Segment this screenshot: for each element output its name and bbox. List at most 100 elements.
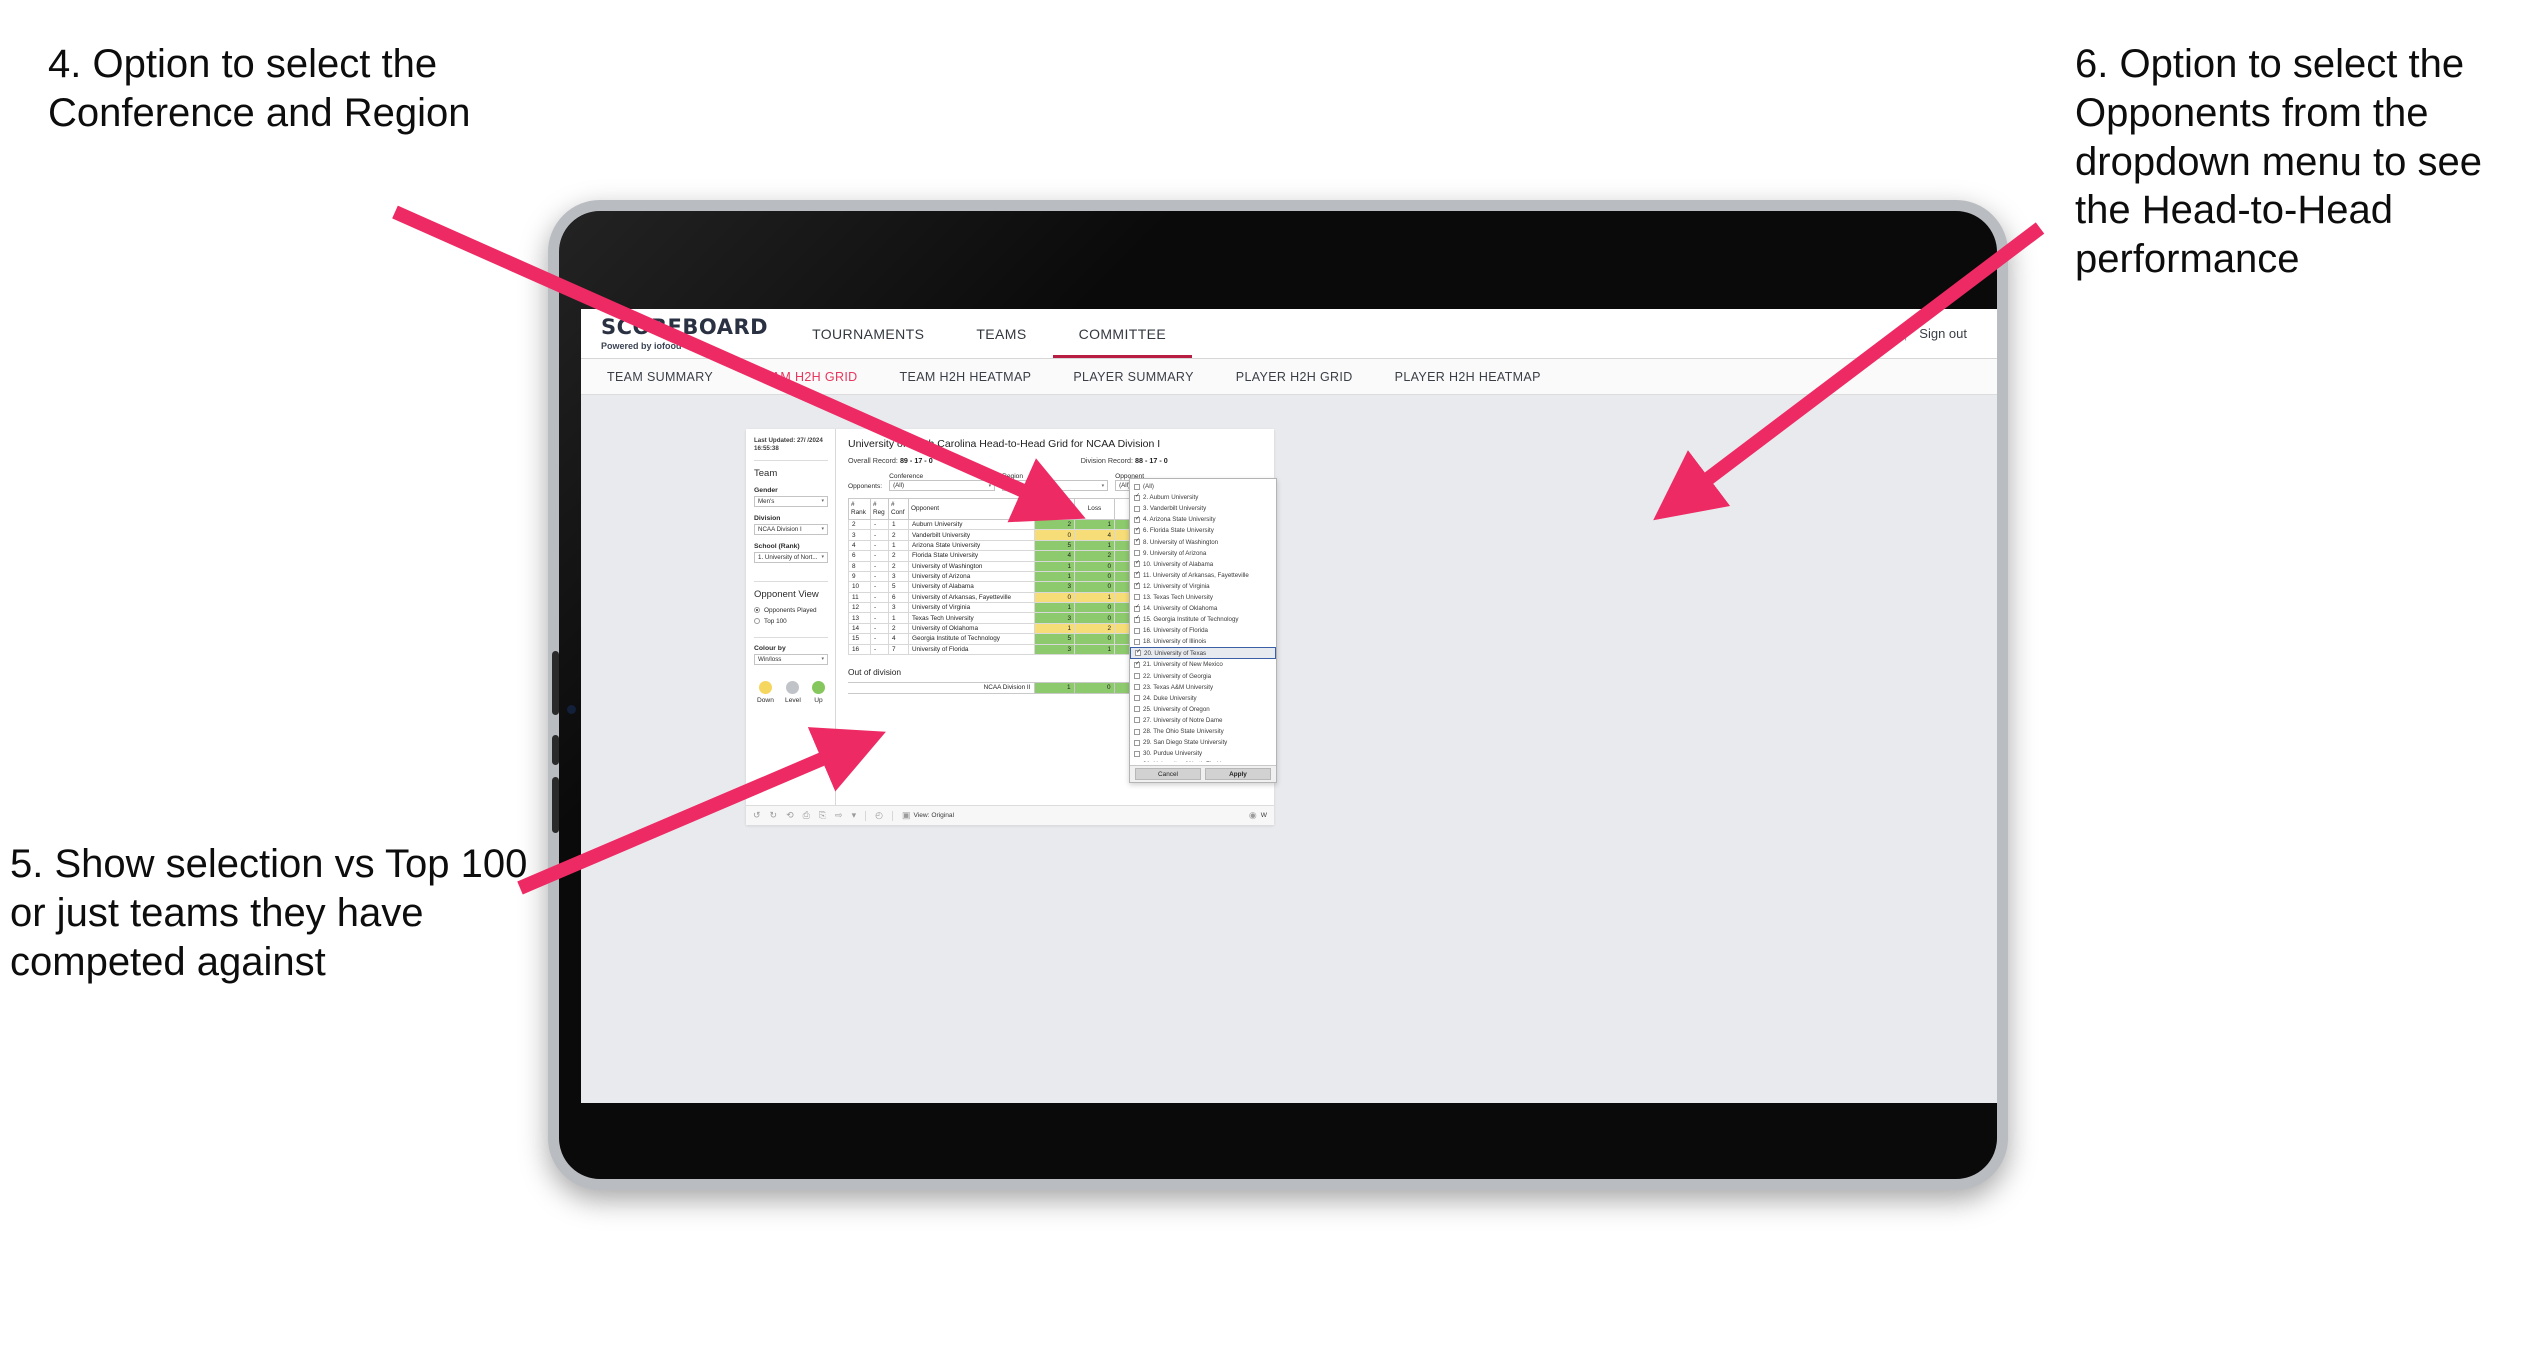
tab-player-h2h-heatmap[interactable]: PLAYER H2H HEATMAP: [1395, 370, 1541, 384]
checkbox-icon[interactable]: [1134, 483, 1140, 490]
opponent-checkbox-item[interactable]: 13. Texas Tech University: [1130, 592, 1276, 603]
radio-opponents-played[interactable]: Opponents Played: [754, 607, 828, 614]
opponent-checkbox-item[interactable]: 16. University of Florida: [1130, 625, 1276, 636]
table-row[interactable]: 11-6 University of Arkansas, Fayetteville…: [848, 591, 1131, 604]
table-row[interactable]: 4-1 Arizona State University 5 1: [848, 539, 1131, 552]
opponent-checkbox-item[interactable]: 18. University of Illinois: [1130, 636, 1276, 647]
share-icon[interactable]: ⇨: [835, 810, 843, 821]
radio-top-100[interactable]: Top 100: [754, 618, 828, 625]
checkbox-icon[interactable]: [1134, 560, 1140, 568]
tab-team-h2h-grid[interactable]: TEAM H2H GRID: [755, 370, 857, 384]
pause-updates-icon[interactable]: ⎘: [819, 810, 826, 821]
volume-up-button[interactable]: [552, 651, 559, 715]
opponent-checkbox-item[interactable]: 25. University of Oregon: [1130, 704, 1276, 715]
tab-team-h2h-heatmap[interactable]: TEAM H2H HEATMAP: [900, 370, 1032, 384]
checkbox-icon[interactable]: [1134, 750, 1140, 757]
opponent-checkbox-item[interactable]: 14. University of Oklahoma: [1130, 603, 1276, 614]
checkbox-icon[interactable]: [1134, 594, 1140, 601]
opponent-checkbox-item[interactable]: 9. University of Arizona: [1130, 548, 1276, 559]
division-select[interactable]: NCAA Division I ▾: [754, 523, 828, 535]
watch-group[interactable]: ◉ W: [1249, 810, 1267, 821]
opponent-checkbox-item[interactable]: 2. Auburn University: [1130, 492, 1276, 503]
checkbox-icon[interactable]: [1134, 516, 1140, 523]
table-row[interactable]: 14-2 University of Oklahoma 1 2: [848, 622, 1131, 635]
table-row[interactable]: 13-1 Texas Tech University 3 0: [848, 612, 1131, 624]
view-original-button[interactable]: ▣ View: Original: [902, 810, 954, 821]
checkbox-icon[interactable]: [1134, 604, 1140, 612]
checkbox-icon[interactable]: [1134, 661, 1140, 668]
opponent-checkbox-item[interactable]: 29. San Diego State University: [1130, 737, 1276, 748]
opponent-checkbox-item[interactable]: 4. Arizona State University: [1130, 514, 1276, 525]
tab-player-summary[interactable]: PLAYER SUMMARY: [1073, 370, 1193, 384]
opponent-dropdown-panel[interactable]: (All) 2. Auburn University 3. Vanderbilt U…: [1129, 478, 1277, 783]
apply-button[interactable]: Apply: [1205, 768, 1271, 780]
opponent-checkbox-item[interactable]: 3. Vanderbilt University: [1130, 503, 1276, 514]
checkbox-icon[interactable]: [1135, 649, 1141, 657]
checkbox-icon[interactable]: [1134, 695, 1140, 702]
table-row[interactable]: 15-4 Georgia Institute of Technology 5 0: [848, 633, 1131, 645]
opponent-checkbox-item[interactable]: 11. University of Arkansas, Fayetteville: [1130, 570, 1276, 581]
table-row[interactable]: 10-5 University of Alabama 3 0: [848, 581, 1131, 593]
nav-item-teams[interactable]: TEAMS: [950, 309, 1052, 358]
opponent-checkbox-item[interactable]: 23. Texas A&M University: [1130, 682, 1276, 693]
checkbox-icon[interactable]: [1134, 493, 1140, 501]
school-rank-select[interactable]: 1. University of Nort... ▾: [754, 551, 828, 563]
nav-item-committee[interactable]: COMMITTEE: [1052, 309, 1193, 358]
checkbox-icon[interactable]: [1134, 673, 1140, 680]
checkbox-icon[interactable]: [1134, 739, 1140, 746]
checkbox-icon[interactable]: [1134, 527, 1140, 534]
table-row[interactable]: 16-7 University of Florida 3 1: [848, 643, 1131, 655]
opponent-checkbox-item[interactable]: 15. Georgia Institute of Technology: [1130, 614, 1276, 625]
chevron-down-icon[interactable]: ▾: [852, 810, 857, 821]
conference-select[interactable]: (All) ▾: [889, 480, 996, 491]
redo-icon[interactable]: ↻: [770, 810, 778, 821]
checkbox-icon[interactable]: [1134, 615, 1140, 623]
checkbox-icon[interactable]: [1134, 627, 1140, 634]
brand-logo[interactable]: SCOREBOARD Powered by iofood: [581, 309, 786, 358]
tab-player-h2h-grid[interactable]: PLAYER H2H GRID: [1236, 370, 1353, 384]
checkbox-icon[interactable]: [1134, 582, 1140, 590]
gender-select[interactable]: Men's ▾: [754, 495, 828, 507]
nav-item-tournaments[interactable]: TOURNAMENTS: [786, 309, 950, 358]
opponent-checkbox-item[interactable]: 31. University of North Florida: [1130, 759, 1276, 762]
opponent-checkbox-list[interactable]: (All) 2. Auburn University 3. Vanderbilt U…: [1130, 479, 1276, 762]
sign-out-link[interactable]: Sign out: [1919, 326, 1967, 341]
table-row[interactable]: 6-2 Florida State University 4 2: [848, 550, 1131, 562]
opponent-checkbox-item[interactable]: 22. University of Georgia: [1130, 671, 1276, 682]
region-select[interactable]: (All) ▾: [1002, 480, 1109, 491]
table-row[interactable]: 2-1 Auburn University 2 1: [848, 518, 1131, 531]
opponent-checkbox-item[interactable]: 24. Duke University: [1130, 693, 1276, 704]
table-row[interactable]: 9-3 University of Arizona 1 0: [848, 570, 1131, 583]
checkbox-icon[interactable]: [1134, 706, 1140, 713]
opponent-checkbox-item[interactable]: (All): [1130, 481, 1276, 492]
volume-down-button[interactable]: [552, 735, 559, 765]
table-row[interactable]: 12-3 University of Virginia 1 0: [848, 601, 1131, 614]
opponent-checkbox-item[interactable]: 12. University of Virginia: [1130, 581, 1276, 592]
cancel-button[interactable]: Cancel: [1135, 768, 1201, 780]
history-icon[interactable]: ◴: [875, 810, 883, 821]
checkbox-icon[interactable]: [1134, 638, 1140, 645]
refresh-data-icon[interactable]: ⎙: [803, 810, 810, 821]
checkbox-icon[interactable]: [1134, 717, 1140, 724]
opponent-checkbox-item[interactable]: 10. University of Alabama: [1130, 559, 1276, 570]
opponent-checkbox-item[interactable]: 6. Florida State University: [1130, 525, 1276, 536]
opponent-checkbox-item[interactable]: 20. University of Texas: [1130, 647, 1276, 660]
revert-icon[interactable]: ⟲: [786, 810, 794, 821]
opponent-checkbox-item[interactable]: 21. University of New Mexico: [1130, 659, 1276, 670]
undo-icon[interactable]: ↺: [753, 810, 761, 821]
opponent-checkbox-item[interactable]: 27. University of Notre Dame: [1130, 715, 1276, 726]
opponent-checkbox-item[interactable]: 8. University of Washington: [1130, 536, 1276, 547]
opponent-checkbox-item[interactable]: 30. Purdue University: [1130, 748, 1276, 759]
checkbox-icon[interactable]: [1134, 728, 1140, 735]
checkbox-icon[interactable]: [1134, 571, 1140, 579]
table-row[interactable]: 3-2 Vanderbilt University 0 4: [848, 529, 1131, 541]
table-row[interactable]: 8-2 University of Washington 1 0: [848, 560, 1131, 572]
checkbox-icon[interactable]: [1134, 505, 1140, 512]
checkbox-icon[interactable]: [1134, 550, 1140, 557]
power-button[interactable]: [552, 777, 559, 833]
opponent-checkbox-item[interactable]: 28. The Ohio State University: [1130, 726, 1276, 737]
colour-by-select[interactable]: Win/loss ▾: [754, 653, 828, 665]
tab-team-summary[interactable]: TEAM SUMMARY: [607, 370, 713, 384]
checkbox-icon[interactable]: [1134, 538, 1140, 546]
checkbox-icon[interactable]: [1134, 684, 1140, 691]
